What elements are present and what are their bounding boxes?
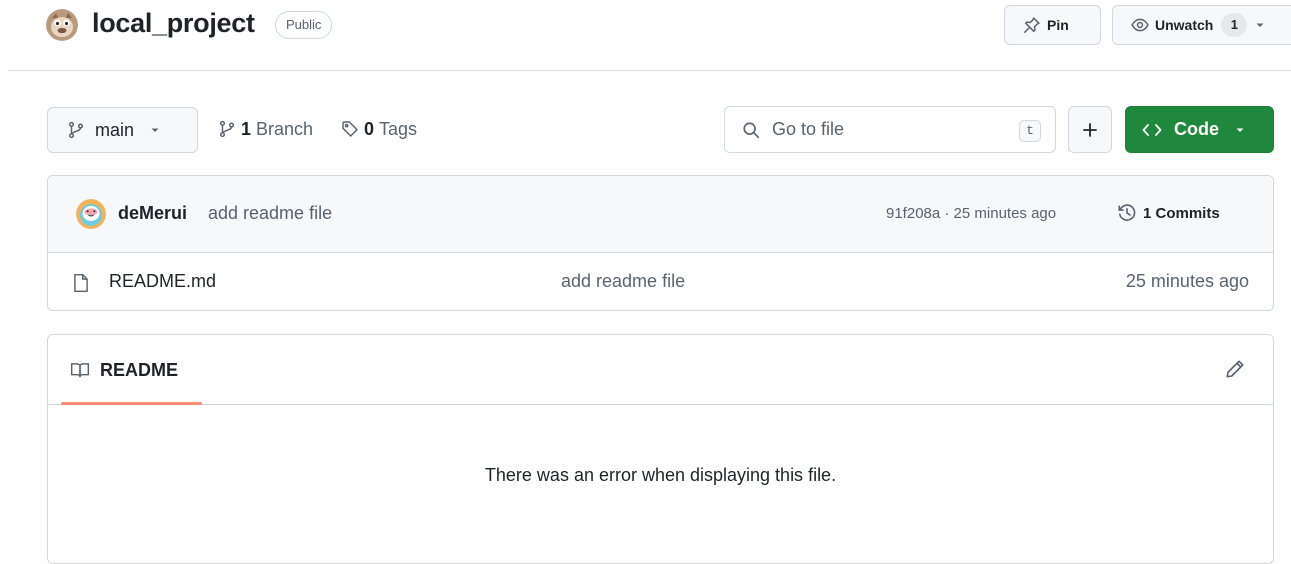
commit-author[interactable]: deMerui [118, 203, 187, 224]
repo-header: local_project Public Pin Unwatch 1 [0, 0, 1291, 71]
branch-count-label: Branch [256, 118, 314, 139]
branch-name: main [95, 119, 135, 140]
file-icon [72, 273, 90, 293]
header-divider [8, 70, 1291, 71]
edit-readme-button[interactable] [1225, 359, 1245, 379]
caret-down-icon[interactable] [1255, 20, 1265, 30]
avatar[interactable] [76, 199, 106, 229]
commits-history-link[interactable]: 1 Commits [1117, 202, 1220, 224]
keyboard-shortcut-hint: t [1019, 120, 1041, 142]
commit-message[interactable]: add readme file [208, 203, 332, 224]
branch-selector[interactable]: main [47, 107, 198, 153]
commit-hash-time[interactable]: 91f208a · 25 minutes ago [886, 205, 1056, 222]
book-icon [70, 361, 90, 379]
pin-button[interactable]: Pin [1004, 5, 1101, 45]
table-row[interactable]: README.md add readme file 25 minutes ago [48, 253, 1273, 310]
file-commit-message[interactable]: add readme file [561, 271, 685, 292]
pin-label: Pin [1047, 17, 1069, 33]
eye-icon [1131, 16, 1149, 34]
visibility-badge: Public [275, 11, 333, 39]
caret-down-icon [150, 125, 160, 135]
latest-commit-bar: deMerui add readme file 91f208a · 25 min… [48, 176, 1273, 253]
tag-icon [341, 120, 359, 138]
pencil-icon [1225, 359, 1245, 379]
tag-count: 0 [364, 118, 375, 139]
search-placeholder: Go to file [772, 119, 845, 139]
branch-count: 1 [241, 118, 252, 139]
file-browser: deMerui add readme file 91f208a · 25 min… [47, 175, 1274, 311]
branch-icon [67, 121, 85, 139]
code-label: Code [1174, 119, 1219, 139]
go-to-file-input[interactable]: Go to file t [724, 106, 1056, 153]
owner-avatar[interactable] [46, 9, 78, 41]
search-icon [742, 121, 760, 139]
history-icon [1117, 203, 1137, 223]
tag-count-label: Tags [379, 118, 418, 139]
active-tab-indicator [61, 402, 202, 405]
readme-tab-label: README [100, 359, 179, 380]
unwatch-label: Unwatch [1155, 17, 1214, 33]
plus-icon [1082, 122, 1098, 138]
unwatch-button[interactable]: Unwatch 1 [1112, 5, 1291, 45]
commits-label: 1 Commits [1143, 204, 1220, 222]
file-name[interactable]: README.md [109, 271, 216, 292]
readme-panel: README There was an error when displayin… [47, 334, 1274, 564]
tab-readme[interactable]: README [61, 335, 202, 405]
branches-link[interactable]: 1 Branch [218, 116, 313, 142]
watch-counter: 1 [1221, 13, 1248, 37]
code-icon [1142, 122, 1162, 138]
readme-header: README [48, 335, 1273, 405]
pin-icon [1023, 16, 1041, 34]
readme-error-message: There was an error when displaying this … [484, 465, 837, 485]
repo-name[interactable]: local_project [92, 8, 255, 39]
file-age: 25 minutes ago [1125, 271, 1249, 291]
branch-icon [218, 120, 236, 138]
tags-link[interactable]: 0 Tags [341, 116, 417, 142]
caret-down-icon [1235, 125, 1245, 135]
add-file-button[interactable] [1068, 106, 1112, 153]
code-button[interactable]: Code [1125, 106, 1274, 153]
